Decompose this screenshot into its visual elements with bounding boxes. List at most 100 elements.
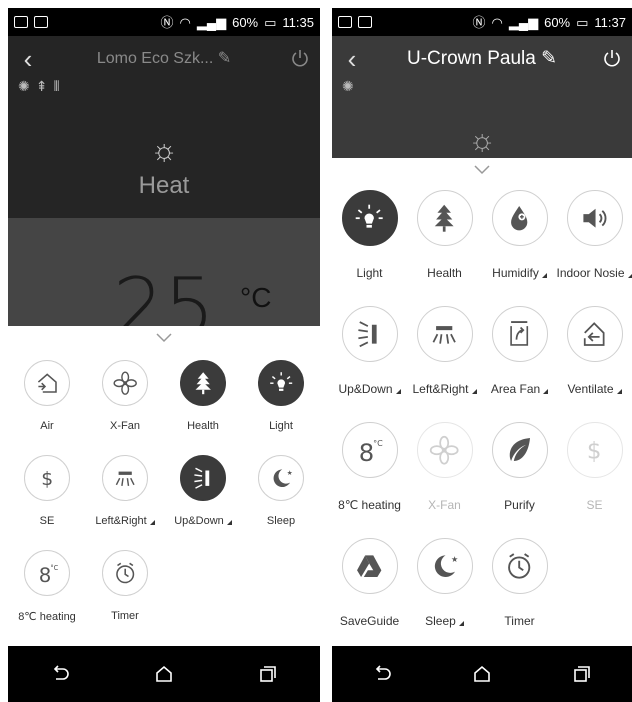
device-title[interactable]: U-Crown Paula ✎: [332, 47, 632, 70]
function-label: Light: [356, 266, 383, 280]
function-x-fan-button: X-Fan: [407, 418, 482, 534]
function-8-heating-button[interactable]: 8 °C 8℃ heating: [332, 418, 407, 534]
recents-icon: [260, 666, 276, 682]
dropdown-caret-icon: [616, 389, 622, 394]
function-health-button[interactable]: Health: [407, 186, 482, 302]
function-sleep-button[interactable]: ★ Sleep: [407, 534, 482, 650]
function-sheet: Light Health Humidify Indoor Nosie Up&Down Le…: [332, 158, 632, 646]
function-left-right-button[interactable]: Left&Right: [86, 449, 164, 544]
nav-home-button[interactable]: [462, 654, 502, 694]
chevron-down-icon[interactable]: [472, 164, 492, 176]
device-header: ‹ Lomo Eco Szk... ✎ ✺ ⇞ ⦀ ☼ Heat 25 °C: [8, 36, 320, 326]
app-notification-icon: [358, 16, 372, 28]
clock-time: 11:37: [594, 14, 626, 30]
clock-icon: [102, 550, 148, 596]
title-bar: ‹ Lomo Eco Szk... ✎: [8, 42, 320, 74]
svg-text:8: 8: [38, 564, 51, 586]
function-timer-button[interactable]: Timer: [86, 544, 164, 639]
right-screen: Ⓝ ◠ ▂▄▆ 60% ▭ 11:37 ‹ U-Crown Paula ✎ ✺ …: [332, 0, 632, 702]
power-icon[interactable]: [290, 48, 310, 68]
temperature-unit: °C: [240, 282, 272, 313]
nav-back-button[interactable]: [362, 654, 402, 694]
function-label: Health: [427, 266, 462, 280]
status-bar: Ⓝ ◠ ▂▄▆ 60% ▭ 11:37: [332, 8, 632, 36]
battery-percent: 60%: [544, 14, 571, 30]
temperature-value: 25: [113, 261, 215, 327]
home-icon: [156, 665, 172, 682]
function-se-button[interactable]: $ SE: [8, 449, 86, 544]
back-icon[interactable]: ‹: [340, 44, 364, 75]
function-8-heating-button[interactable]: 8 °C 8℃ heating: [8, 544, 86, 639]
moon-icon: ★: [258, 455, 304, 501]
svg-text:$: $: [41, 469, 53, 490]
function-light-button[interactable]: Light: [332, 186, 407, 302]
function-label: Light: [269, 420, 293, 432]
function-label: Ventilate: [567, 382, 622, 396]
dropdown-caret-icon: [471, 389, 477, 394]
eight-degree-icon: 8 °C: [341, 422, 398, 478]
bulb-icon: [341, 190, 398, 246]
function-grid: Air X-Fan Health Light $ SE Left&Right Up&Down ★…: [8, 354, 320, 639]
nav-recents-button[interactable]: [248, 654, 288, 694]
function-light-button[interactable]: Light: [242, 354, 320, 449]
back-icon[interactable]: ‹: [16, 44, 40, 75]
area-fan-icon: [491, 306, 548, 362]
air-house-icon: [24, 360, 70, 406]
function-up-down-button[interactable]: Up&Down: [164, 449, 242, 544]
svg-text:★: ★: [286, 470, 292, 477]
signal-icon: ▂▄▆: [196, 14, 227, 30]
function-purify-button[interactable]: Purify: [482, 418, 557, 534]
dollar-icon: $: [566, 422, 623, 478]
sun-icon: ☼: [150, 134, 178, 167]
speaker-icon: [566, 190, 623, 246]
svg-text:★: ★: [451, 555, 458, 564]
nav-bar: [332, 646, 632, 702]
home-icon: [474, 665, 490, 682]
function-label: X-Fan: [428, 498, 461, 512]
function-label: Air: [40, 420, 54, 432]
function-humidify-button[interactable]: Humidify: [482, 186, 557, 302]
swing-vertical-icon: [341, 306, 398, 362]
function-se-button: $ SE: [557, 418, 632, 534]
function-area-fan-button[interactable]: Area Fan: [482, 302, 557, 418]
function-label: SE: [39, 515, 55, 527]
battery-percent: 60%: [232, 14, 259, 30]
gallery-notification-icon: [14, 16, 28, 28]
function-saveguide-button[interactable]: SaveGuide: [332, 534, 407, 650]
function-air-button[interactable]: Air: [8, 354, 86, 449]
nav-home-button[interactable]: [144, 654, 184, 694]
function-label: Purify: [504, 498, 535, 512]
nav-back-button[interactable]: [40, 654, 80, 694]
dropdown-caret-icon: [543, 389, 549, 394]
app-notification-icon: [34, 16, 48, 28]
tree-icon: ⇞: [35, 78, 48, 94]
device-title: Lomo Eco Szk... ✎: [96, 50, 232, 67]
active-feature-icons: ✺: [342, 78, 354, 95]
wifi-icon: ◠: [491, 14, 503, 30]
power-icon[interactable]: [602, 48, 622, 68]
function-x-fan-button[interactable]: X-Fan: [86, 354, 164, 449]
recents-icon: [574, 666, 590, 682]
bulb-icon: [258, 360, 304, 406]
nav-recents-button[interactable]: [562, 654, 602, 694]
dropdown-caret-icon: [627, 273, 632, 278]
function-up-down-button[interactable]: Up&Down: [332, 302, 407, 418]
function-label: 8℃ heating: [18, 611, 76, 623]
function-health-button[interactable]: Health: [164, 354, 242, 449]
function-timer-button[interactable]: Timer: [482, 534, 557, 650]
function-sleep-button[interactable]: ★ Sleep: [242, 449, 320, 544]
bulb-icon: ✺: [342, 78, 354, 94]
function-left-right-button[interactable]: Left&Right: [407, 302, 482, 418]
function-label: Timer: [111, 610, 139, 622]
swing-vertical-icon: ⦀: [53, 78, 60, 94]
title-bar: ‹ U-Crown Paula ✎: [332, 42, 632, 74]
swing-horizontal-icon: [102, 455, 148, 501]
svg-text:°C: °C: [50, 564, 58, 572]
chevron-down-icon[interactable]: [154, 332, 174, 344]
battery-icon: ▭: [264, 14, 277, 30]
function-indoor-nosie-button[interactable]: Indoor Nosie: [556, 186, 632, 302]
moon-icon: ★: [416, 538, 473, 594]
mode-label: Heat: [138, 172, 190, 199]
clock-time: 11:35: [282, 14, 314, 30]
function-ventilate-button[interactable]: Ventilate: [557, 302, 632, 418]
